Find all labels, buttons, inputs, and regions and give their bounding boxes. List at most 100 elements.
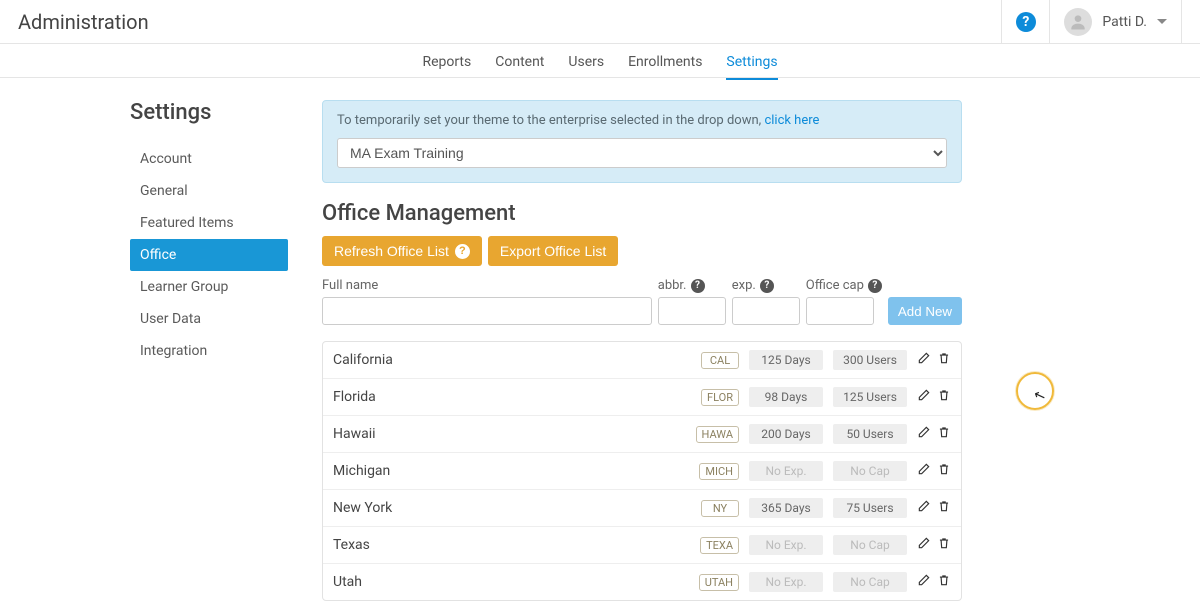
office-cap: 125 Users bbox=[833, 387, 907, 407]
help-icon[interactable]: ? bbox=[868, 279, 882, 293]
add-button[interactable]: Add New bbox=[888, 297, 962, 325]
office-exp: No Exp. bbox=[749, 572, 823, 592]
sidebar-title: Settings bbox=[130, 100, 288, 125]
cap-label: Office cap? bbox=[806, 278, 882, 293]
row-actions bbox=[917, 499, 951, 517]
office-exp: No Exp. bbox=[749, 535, 823, 555]
trash-icon[interactable] bbox=[937, 536, 951, 554]
office-row: Utah UTAH No Exp. No Cap bbox=[323, 564, 961, 600]
help-icon[interactable]: ? bbox=[760, 279, 774, 293]
trash-icon[interactable] bbox=[937, 573, 951, 591]
row-actions bbox=[917, 388, 951, 406]
edit-icon[interactable] bbox=[917, 425, 931, 443]
edit-icon[interactable] bbox=[917, 462, 931, 480]
row-actions bbox=[917, 351, 951, 369]
office-abbr: TEXA bbox=[700, 537, 739, 554]
help-icon[interactable]: ? bbox=[691, 279, 705, 293]
cap-col: Office cap? bbox=[806, 278, 882, 325]
office-name: Texas bbox=[333, 537, 690, 553]
sidebar-item-account[interactable]: Account bbox=[130, 143, 288, 175]
trash-icon[interactable] bbox=[937, 462, 951, 480]
office-exp: No Exp. bbox=[749, 461, 823, 481]
office-exp: 125 Days bbox=[749, 350, 823, 370]
sidebar-item-general[interactable]: General bbox=[130, 175, 288, 207]
row-actions bbox=[917, 536, 951, 554]
office-row: New York NY 365 Days 75 Users bbox=[323, 490, 961, 527]
sidebar-item-featured-items[interactable]: Featured Items bbox=[130, 207, 288, 239]
fullname-input[interactable] bbox=[322, 297, 652, 325]
abbr-input[interactable] bbox=[658, 297, 726, 325]
section-title: Office Management bbox=[322, 201, 962, 226]
office-name: Utah bbox=[333, 574, 689, 590]
edit-icon[interactable] bbox=[917, 388, 931, 406]
office-exp: 200 Days bbox=[749, 424, 823, 444]
office-exp: 98 Days bbox=[749, 387, 823, 407]
office-name: Florida bbox=[333, 389, 691, 405]
office-cap: 300 Users bbox=[833, 350, 907, 370]
sidebar: Settings AccountGeneralFeatured ItemsOff… bbox=[130, 100, 288, 601]
office-row: TexasTEXANo Exp.No Cap bbox=[323, 527, 961, 564]
sidebar-item-integration[interactable]: Integration bbox=[130, 335, 288, 367]
content: To temporarily set your theme to the ent… bbox=[322, 100, 962, 601]
office-row: MichiganMICHNo Exp.No Cap bbox=[323, 453, 961, 490]
office-name: New York bbox=[333, 500, 691, 516]
topbar: Administration ? Patti D. bbox=[0, 0, 1200, 44]
office-row: Florida FLOR 98 Days 125 Users bbox=[323, 379, 961, 416]
main-nav: Reports Content Users Enrollments Settings bbox=[0, 44, 1200, 78]
user-menu[interactable]: Patti D. bbox=[1049, 0, 1182, 44]
banner-prefix: To temporarily set your theme to the ent… bbox=[337, 113, 761, 128]
refresh-button[interactable]: Refresh Office List ? bbox=[322, 236, 482, 266]
sidebar-item-office[interactable]: Office bbox=[130, 239, 288, 271]
row-actions bbox=[917, 425, 951, 443]
edit-icon[interactable] bbox=[917, 573, 931, 591]
nav-item-content[interactable]: Content bbox=[495, 54, 544, 78]
office-cap: 50 Users bbox=[833, 424, 907, 444]
trash-icon[interactable] bbox=[937, 499, 951, 517]
row-actions bbox=[917, 573, 951, 591]
office-row: CaliforniaCAL125 Days300 Users bbox=[323, 342, 961, 379]
fullname-col: Full name bbox=[322, 278, 652, 325]
action-buttons: Refresh Office List ? Export Office List bbox=[322, 236, 962, 266]
banner-link[interactable]: click here bbox=[764, 113, 819, 128]
nav-item-settings[interactable]: Settings bbox=[726, 54, 777, 80]
office-list: CaliforniaCAL125 Days300 UsersFloridaFLO… bbox=[322, 341, 962, 601]
office-abbr: MICH bbox=[699, 463, 739, 480]
exp-label: exp.? bbox=[732, 278, 800, 293]
help-button[interactable]: ? bbox=[1001, 0, 1049, 44]
exp-col: exp.? bbox=[732, 278, 800, 325]
office-abbr: NY bbox=[701, 500, 739, 517]
topbar-right: ? Patti D. bbox=[1001, 0, 1182, 44]
office-abbr: HAWA bbox=[696, 426, 739, 443]
export-button[interactable]: Export Office List bbox=[488, 236, 618, 266]
sidebar-item-user-data[interactable]: User Data bbox=[130, 303, 288, 335]
office-abbr: FLOR bbox=[701, 389, 739, 406]
row-actions bbox=[917, 462, 951, 480]
sidebar-item-learner-group[interactable]: Learner Group bbox=[130, 271, 288, 303]
fullname-label: Full name bbox=[322, 278, 652, 293]
help-icon: ? bbox=[1016, 12, 1036, 32]
nav-item-reports[interactable]: Reports bbox=[422, 54, 471, 78]
cap-input[interactable] bbox=[806, 297, 874, 325]
edit-icon[interactable] bbox=[917, 351, 931, 369]
office-name: Michigan bbox=[333, 463, 689, 479]
office-name: Hawaii bbox=[333, 426, 686, 442]
edit-icon[interactable] bbox=[917, 499, 931, 517]
theme-banner: To temporarily set your theme to the ent… bbox=[322, 100, 962, 183]
chevron-down-icon bbox=[1157, 19, 1167, 24]
export-label: Export Office List bbox=[500, 243, 606, 259]
help-icon: ? bbox=[455, 244, 470, 259]
office-exp: 365 Days bbox=[749, 498, 823, 518]
theme-select[interactable]: MA Exam Training bbox=[337, 138, 947, 168]
nav-item-enrollments[interactable]: Enrollments bbox=[628, 54, 702, 78]
trash-icon[interactable] bbox=[937, 425, 951, 443]
office-cap: 75 Users bbox=[833, 498, 907, 518]
office-abbr: UTAH bbox=[699, 574, 739, 591]
trash-icon[interactable] bbox=[937, 351, 951, 369]
exp-input[interactable] bbox=[732, 297, 800, 325]
abbr-label: abbr.? bbox=[658, 278, 726, 293]
refresh-label: Refresh Office List bbox=[334, 243, 449, 259]
office-cap: No Cap bbox=[833, 572, 907, 592]
edit-icon[interactable] bbox=[917, 536, 931, 554]
nav-item-users[interactable]: Users bbox=[568, 54, 604, 78]
trash-icon[interactable] bbox=[937, 388, 951, 406]
